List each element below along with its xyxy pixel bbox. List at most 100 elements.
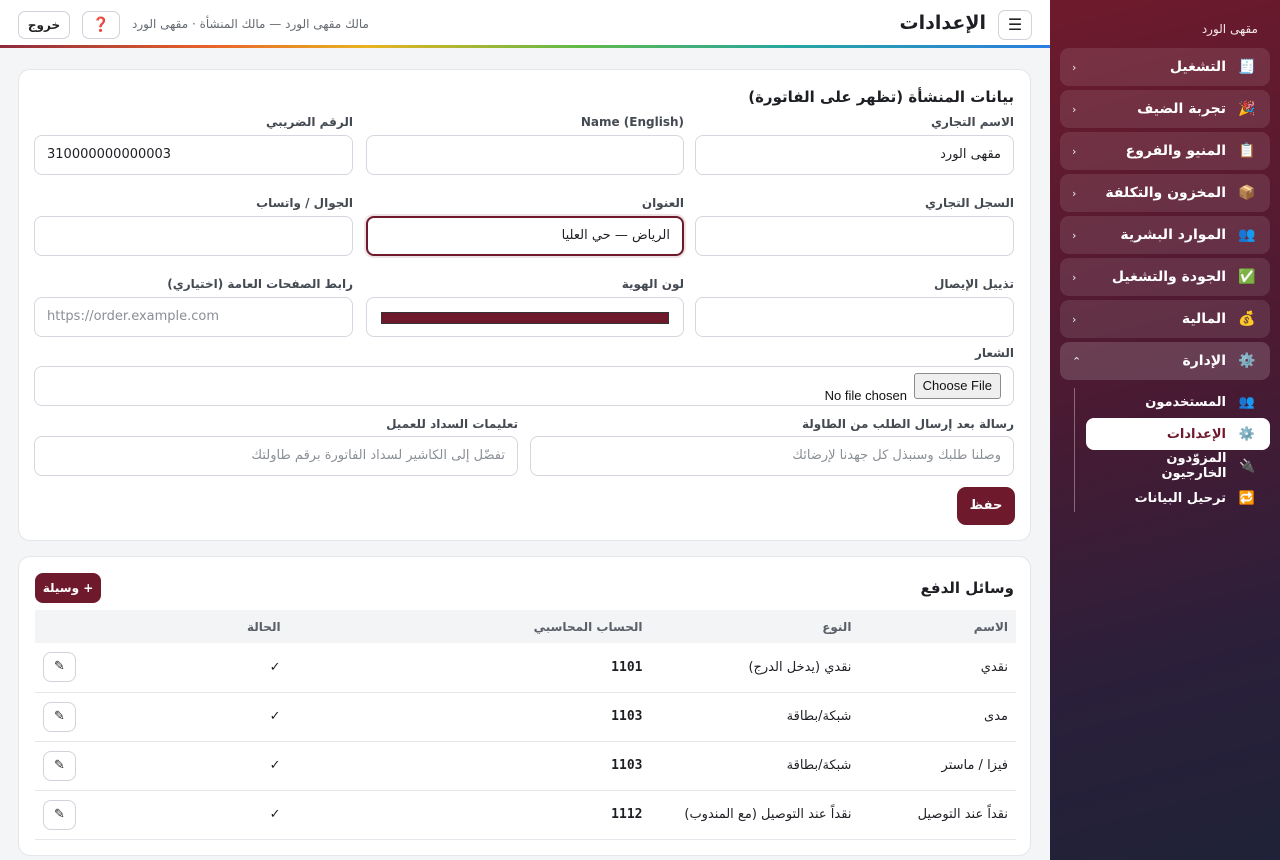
cell-type: شبكة/بطاقة <box>650 741 860 791</box>
column-header-actions <box>35 610 84 643</box>
column-header-name: الاسم <box>973 619 1008 634</box>
after-order-message-label: رسالة بعد إرسال الطلب من الطاولة <box>801 417 1014 431</box>
edit-button[interactable]: ✎ <box>43 750 76 781</box>
after-order-message-input[interactable]: وصلنا طلبك وسنبذل كل جهدنا لإرضائك <box>530 436 1014 476</box>
phone-input[interactable] <box>34 216 353 256</box>
business-info-title: بيانات المنشأة (تظهر على الفاتورة) <box>748 88 1014 106</box>
page-title: الإعدادات <box>899 12 986 34</box>
table-header-row: الاسم النوع الحساب المحاسبي الحالة <box>35 610 1016 643</box>
hamburger-icon: ☰ <box>1007 15 1023 34</box>
brand-color-swatch <box>381 312 669 324</box>
receipt-icon: 🧾 <box>1238 59 1256 75</box>
edit-button[interactable]: ✎ <box>43 701 76 732</box>
sidebar-item-operations[interactable]: 🧾 التشغيل ‹ <box>1060 48 1270 86</box>
sidebar-item-hr[interactable]: 👥 الموارد البشرية ‹ <box>1060 216 1270 254</box>
sidebar-item-finance[interactable]: 💰 المالية ‹ <box>1060 300 1270 338</box>
sidebar-item-label: التشغيل <box>1169 59 1226 75</box>
sidebar-subitem-settings[interactable]: ⚙️ الإعدادات <box>1086 418 1270 450</box>
cell-type: شبكة/بطاقة <box>650 692 860 742</box>
sidebar-item-inventory[interactable]: 📦 المخزون والتكلفة ‹ <box>1060 174 1270 212</box>
payment-instructions-input[interactable]: تفضّل إلى الكاشير لسداد الفاتورة برقم طا… <box>34 436 518 476</box>
help-button[interactable]: ❓ <box>82 11 120 39</box>
cell-name: مدى <box>859 692 1016 742</box>
question-icon: ❓ <box>92 17 110 33</box>
save-button[interactable]: حفظ <box>957 487 1015 525</box>
admin-subnav: 👥 المستخدمون ⚙️ الإعدادات 🔌 المزوّدون ال… <box>1060 386 1270 514</box>
sidebar-item-label: المخزون والتكلفة <box>1105 185 1226 201</box>
cell-account: 1103 <box>288 692 651 742</box>
logout-button[interactable]: خروج <box>18 11 70 39</box>
cell-type: نقداً عند التوصيل (مع المندوب) <box>650 790 860 840</box>
plug-icon: 🔌 <box>1239 458 1256 474</box>
sidebar-subitem-users[interactable]: 👥 المستخدمون <box>1086 386 1270 418</box>
menu-toggle-button[interactable]: ☰ <box>998 10 1032 40</box>
subnav-divider <box>1074 388 1075 512</box>
topbar: ☰ الإعدادات خروج ❓ مالك مقهى الورد — مال… <box>0 0 1050 48</box>
sidebar-item-menu-branches[interactable]: 📋 المنيو والفروع ‹ <box>1060 132 1270 170</box>
receipt-footer-input[interactable] <box>695 297 1014 337</box>
sidebar-subitem-label: ترحيل البيانات <box>1134 490 1226 506</box>
sidebar-item-admin[interactable]: ⚙️ الإدارة ⌃ <box>1060 342 1270 380</box>
party-icon: 🎉 <box>1238 101 1256 117</box>
sidebar-item-label: الموارد البشرية <box>1120 227 1226 243</box>
table-row: نقدي نقدي (يدخل الدرج) 1101 ✓ ✎ <box>35 643 1016 693</box>
trade-name-input[interactable]: مقهى الورد <box>695 135 1014 175</box>
people-icon: 👥 <box>1238 394 1256 410</box>
address-input[interactable]: الرياض — حي العليا <box>366 216 684 256</box>
public-url-label: رابط الصفحات العامة (اختياري) <box>167 277 353 291</box>
choose-file-button[interactable]: Choose File <box>913 373 1001 399</box>
cell-actions: ✎ <box>35 741 84 791</box>
payment-instructions-label: تعليمات السداد للعميل <box>386 417 518 431</box>
column-header-account: الحساب المحاسبي <box>533 619 643 634</box>
public-url-input[interactable]: https://order.example.com <box>34 297 353 337</box>
table-row: فيزا / ماستر شبكة/بطاقة 1103 ✓ ✎ <box>35 741 1016 791</box>
add-payment-method-button[interactable]: + وسيلة <box>35 573 101 603</box>
edit-button[interactable]: ✎ <box>43 799 76 830</box>
topbar-gradient-line <box>0 45 1050 48</box>
chevron-left-icon: ‹ <box>1072 144 1077 158</box>
check-icon: ✅ <box>1238 269 1256 285</box>
sidebar-item-quality[interactable]: ✅ الجودة والتشغيل ‹ <box>1060 258 1270 296</box>
people-icon: 👥 <box>1238 227 1256 243</box>
cell-status: ✓ <box>84 741 289 791</box>
brand-color-label: لون الهوية <box>621 277 684 291</box>
sidebar-subitem-label: الإعدادات <box>1166 426 1226 442</box>
sidebar-item-label: المالية <box>1181 311 1226 327</box>
cell-actions: ✎ <box>35 692 84 742</box>
payment-methods-table: الاسم النوع الحساب المحاسبي الحالة نقدي … <box>35 610 1016 840</box>
cell-name: فيزا / ماستر <box>859 741 1016 791</box>
cell-actions: ✎ <box>35 643 84 693</box>
edit-button[interactable]: ✎ <box>43 652 76 683</box>
sidebar-item-label: الجودة والتشغيل <box>1111 269 1226 285</box>
sidebar-subitem-providers[interactable]: 🔌 المزوّدون الخارجيون <box>1086 450 1270 482</box>
tax-number-input[interactable]: 310000000000003 <box>34 135 353 175</box>
cell-status: ✓ <box>84 790 289 840</box>
name-english-input[interactable] <box>366 135 684 175</box>
cell-status: ✓ <box>84 643 289 693</box>
sidebar-item-label: تجربة الضيف <box>1137 101 1226 117</box>
column-header-type: النوع <box>822 619 852 634</box>
sidebar-subitem-data-migration[interactable]: 🔁 ترحيل البيانات <box>1086 482 1270 514</box>
logo-file-input[interactable]: Choose File No file chosen <box>34 366 1014 406</box>
cell-name: نقدي <box>859 643 1016 693</box>
gear-icon: ⚙️ <box>1238 426 1256 442</box>
chevron-up-icon: ⌃ <box>1072 354 1082 368</box>
gear-icon: ⚙️ <box>1238 353 1256 369</box>
payment-methods-title: وسائل الدفع <box>920 579 1014 597</box>
sidebar-item-guest-experience[interactable]: 🎉 تجربة الضيف ‹ <box>1060 90 1270 128</box>
column-header-status: الحالة <box>247 619 281 634</box>
cell-account: 1112 <box>288 790 651 840</box>
commercial-register-input[interactable] <box>695 216 1014 256</box>
cell-type: نقدي (يدخل الدرج) <box>650 643 860 693</box>
no-file-text: No file chosen <box>824 388 907 403</box>
sidebar-item-label: المنيو والفروع <box>1125 143 1226 159</box>
cell-name: نقداً عند التوصيل <box>859 790 1016 840</box>
commercial-register-label: السجل التجاري <box>925 196 1014 210</box>
payment-methods-card: وسائل الدفع + وسيلة الاسم النوع الحساب ا… <box>18 556 1031 856</box>
phone-label: الجوال / واتساب <box>256 196 353 210</box>
repeat-icon: 🔁 <box>1238 490 1256 506</box>
logo-label: الشعار <box>974 346 1014 360</box>
chevron-left-icon: ‹ <box>1072 228 1077 242</box>
business-info-card: بيانات المنشأة (تظهر على الفاتورة) الاسم… <box>18 69 1031 541</box>
brand-color-picker[interactable] <box>366 297 684 337</box>
